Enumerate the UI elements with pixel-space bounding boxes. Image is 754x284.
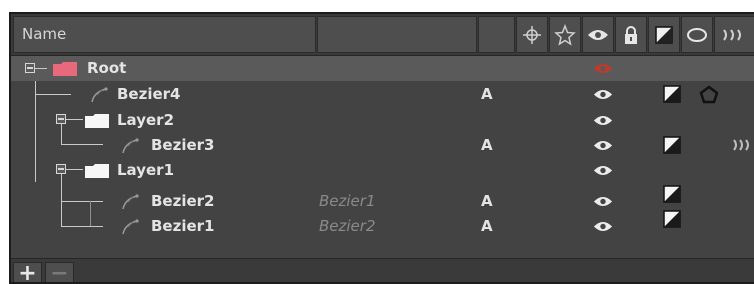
layer-name: Bezier2: [151, 192, 215, 210]
layer-name: Root: [87, 59, 127, 77]
column-header: Name: [11, 14, 754, 56]
mode-cell[interactable]: A: [481, 136, 493, 154]
layer-name: Bezier3: [151, 136, 215, 154]
pentagon-icon[interactable]: [699, 85, 719, 104]
bezier-icon: [122, 219, 139, 235]
lock-icon[interactable]: [615, 16, 647, 53]
mode-cell[interactable]: A: [481, 192, 493, 210]
bezier-icon: [122, 138, 139, 154]
layer-row-bezier4[interactable]: Bezier4 A: [11, 82, 754, 107]
motion-blur-icon[interactable]: [731, 138, 754, 152]
mode-cell[interactable]: A: [481, 85, 493, 103]
collapse-toggle[interactable]: [56, 164, 66, 174]
roto-layer-panel: Name Root Bezier4 A Layer2 Bezier3 A Lay…: [9, 12, 754, 284]
motion-blur-icon[interactable]: [714, 16, 754, 53]
eye-icon[interactable]: [582, 16, 614, 53]
folder-icon: [85, 164, 109, 178]
remove-layer-button[interactable]: −: [45, 262, 74, 282]
layer-name: Layer1: [117, 161, 175, 179]
layer-row-layer1[interactable]: Layer1: [11, 158, 754, 183]
eye-icon[interactable]: [593, 139, 613, 152]
overlay-icon[interactable]: [663, 210, 681, 228]
eye-icon[interactable]: [593, 88, 613, 101]
star-icon[interactable]: [549, 16, 581, 53]
overlay-icon[interactable]: [663, 136, 681, 154]
mode-cell[interactable]: A: [481, 217, 493, 235]
mask-column-header[interactable]: [317, 16, 477, 53]
add-layer-button[interactable]: +: [13, 262, 42, 282]
layer-row-bezier1[interactable]: Bezier1 Bezier2 A: [11, 210, 754, 239]
layer-name: Bezier4: [117, 85, 181, 103]
eye-icon[interactable]: [593, 195, 613, 208]
eye-icon[interactable]: [593, 220, 613, 233]
overlay-icon[interactable]: [648, 16, 680, 53]
layer-name: Bezier1: [151, 217, 215, 235]
eye-icon[interactable]: [593, 164, 613, 177]
ellipse-icon[interactable]: [681, 16, 713, 53]
mask-cell[interactable]: Bezier1: [319, 192, 376, 210]
layer-row-root[interactable]: Root: [11, 56, 754, 81]
collapse-toggle[interactable]: [56, 114, 66, 124]
eye-icon[interactable]: [593, 62, 613, 75]
folder-icon: [85, 114, 109, 128]
bezier-icon: [91, 87, 108, 103]
mode-column-header[interactable]: [478, 16, 515, 53]
collapse-toggle[interactable]: [25, 63, 35, 73]
overlay-icon[interactable]: [663, 85, 681, 103]
layer-row-bezier3[interactable]: Bezier3 A: [11, 133, 754, 158]
overlay-icon[interactable]: [663, 185, 681, 203]
crosshair-icon[interactable]: [516, 16, 548, 53]
layer-name: Layer2: [117, 111, 175, 129]
panel-footer: + −: [11, 258, 754, 282]
bezier-icon: [122, 194, 139, 210]
mask-cell[interactable]: Bezier2: [319, 217, 376, 235]
folder-icon: [53, 62, 77, 76]
eye-icon[interactable]: [593, 114, 613, 127]
layer-row-layer2[interactable]: Layer2: [11, 108, 754, 133]
name-column-header[interactable]: Name: [13, 16, 316, 53]
layer-row-bezier2[interactable]: Bezier2 Bezier1 A: [11, 185, 754, 214]
